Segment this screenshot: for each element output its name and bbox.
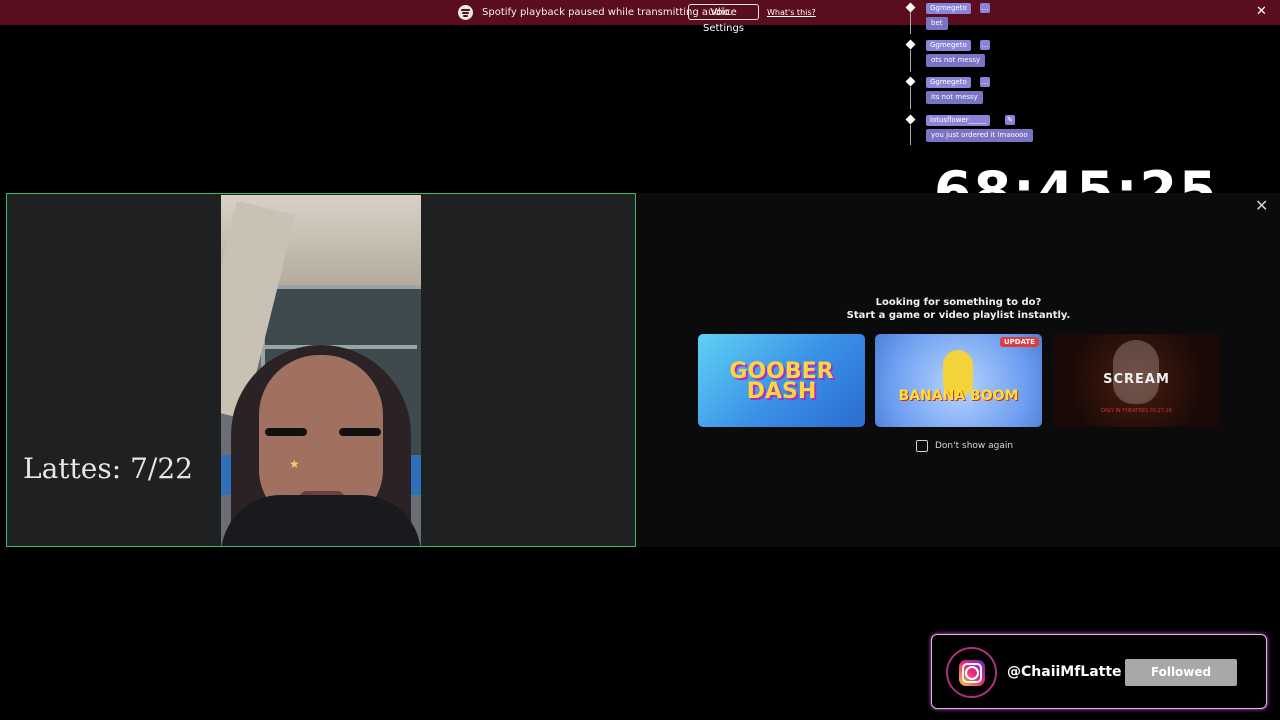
spotify-icon xyxy=(458,5,473,20)
notification-bar: Spotify playback paused while transmitti… xyxy=(0,0,1280,34)
chat-message: bet xyxy=(926,17,948,30)
webcam-video: ★ xyxy=(221,195,421,546)
activity-suggestions-panel: ✕ Looking for something to do? Start a g… xyxy=(637,193,1280,547)
activity-tile-banana-boom[interactable]: BANANA BOOM UPDATE xyxy=(875,334,1042,427)
dont-show-again-checkbox[interactable] xyxy=(916,440,928,452)
chat-message: ots not messy xyxy=(926,54,986,67)
chat-bullet-icon xyxy=(905,114,916,125)
instagram-icon xyxy=(959,660,985,686)
voice-settings-button[interactable]: Voice Settings xyxy=(688,4,759,34)
chat-badge-icon: … xyxy=(980,77,990,87)
chat-username: Ggmegeto xyxy=(926,77,971,88)
chat-message: its not messy xyxy=(926,91,983,104)
dont-show-again-label[interactable]: Don't show again xyxy=(935,440,1013,452)
chat-connector xyxy=(910,12,911,34)
suggestions-heading-line1: Looking for something to do? xyxy=(875,297,1042,308)
update-badge: UPDATE xyxy=(999,337,1039,347)
camera-panel: Lattes: 7/22 ★ xyxy=(6,193,636,547)
followed-button[interactable]: Followed xyxy=(1125,659,1237,686)
chat-badge-icon: ✎ xyxy=(1005,115,1015,125)
chat-badge-icon: … xyxy=(980,3,990,13)
chat-bullet-icon xyxy=(905,76,916,87)
tile-title: BANANA BOOM xyxy=(898,388,1019,404)
tile-title: GOOBER DASH xyxy=(729,359,834,404)
chat-badge-icon: … xyxy=(980,40,990,50)
suggestions-heading: Looking for something to do? Start a gam… xyxy=(637,296,1280,322)
close-icon[interactable]: ✕ xyxy=(1255,197,1268,215)
tile-title: SCREAM xyxy=(1103,372,1170,387)
chat-username: Ggmegeto xyxy=(926,40,971,51)
activity-tile-goober-dash[interactable]: GOOBER DASH xyxy=(698,334,865,427)
chat-username: Ggmegeto xyxy=(926,3,971,14)
instagram-handle: @ChaiiMfLatte xyxy=(1007,664,1122,680)
chat-connector xyxy=(910,87,911,109)
instagram-follow-widget: @ChaiiMfLatte Followed xyxy=(931,634,1267,709)
chat-username: lotusflower_____ xyxy=(926,115,991,126)
whats-this-link[interactable]: What's this? xyxy=(767,8,816,17)
chat-connector xyxy=(910,50,911,72)
close-icon[interactable]: ✕ xyxy=(1256,5,1267,19)
chat-message: you just ordered it lmaoooo xyxy=(926,129,1033,142)
tile-subtitle: ONLY IN THEATRES 03.27.26 xyxy=(1101,408,1172,414)
activity-tile-scream[interactable]: SCREAM ONLY IN THEATRES 03.27.26 xyxy=(1053,334,1220,427)
suggestions-heading-line2: Start a game or video playlist instantly… xyxy=(846,310,1071,321)
chat-overlay: Ggmegeto … bet Ggmegeto … ots not messy … xyxy=(905,0,1065,145)
chat-bullet-icon xyxy=(905,39,916,50)
chat-connector xyxy=(910,125,911,145)
lattes-counter: Lattes: 7/22 xyxy=(23,452,193,485)
chat-bullet-icon xyxy=(905,2,916,13)
